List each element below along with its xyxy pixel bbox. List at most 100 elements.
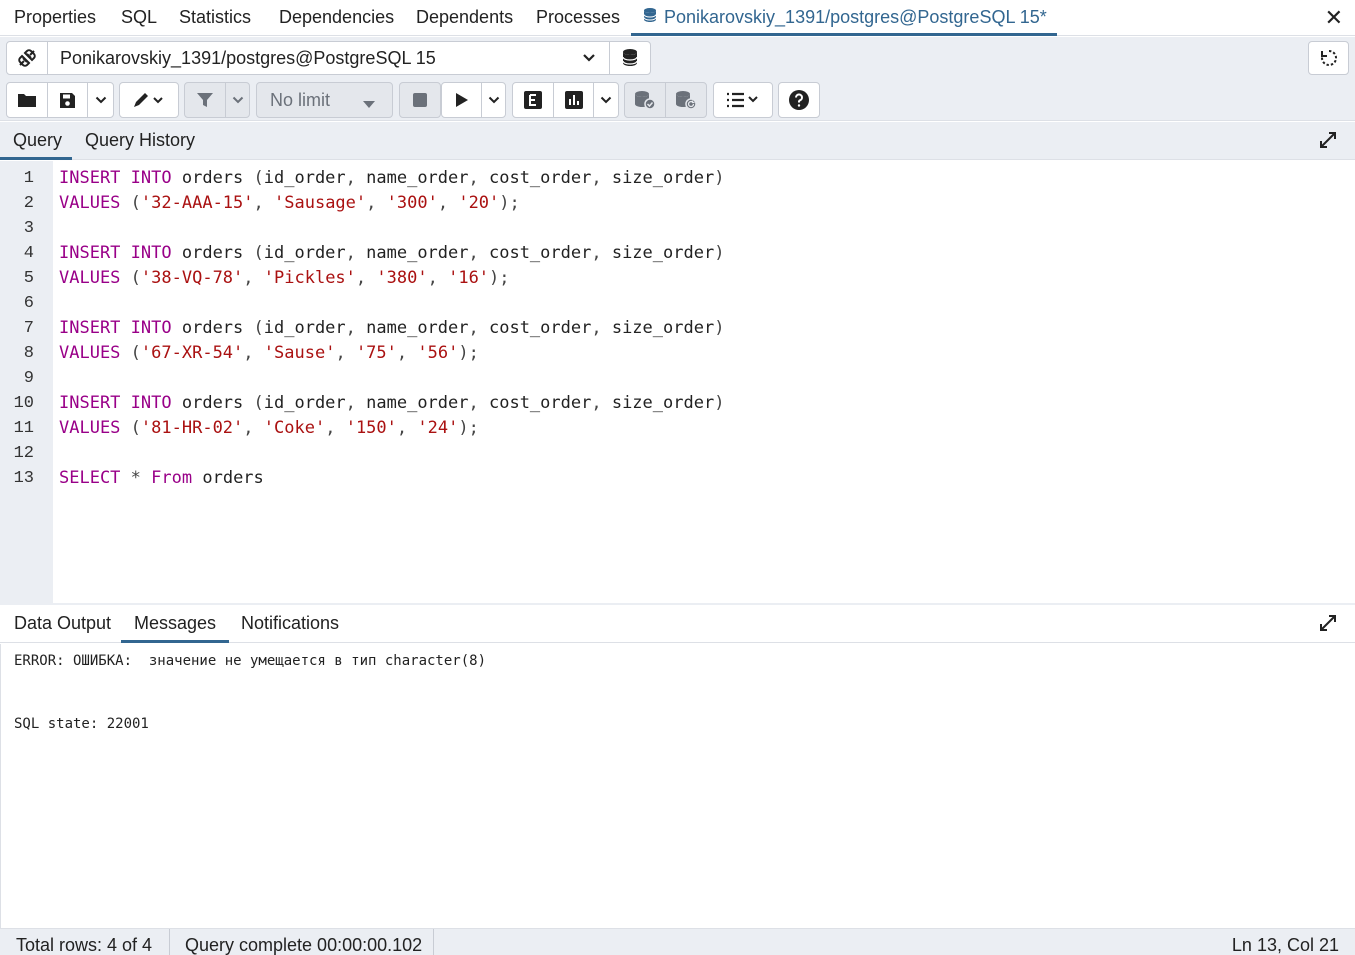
line-number: 2 [23,194,34,213]
tab-processes[interactable]: Processes [536,0,620,36]
line-number: 9 [23,369,34,388]
sql-token: , [335,343,346,363]
sql-keyword: INTO [130,168,172,188]
macros-list-icon[interactable] [714,83,772,117]
open-file-icon[interactable] [7,83,48,117]
chevron-down-icon[interactable] [569,42,609,74]
sql-token: ( [130,418,141,438]
sql-token: orders [192,468,264,488]
sql-string: '300' [386,193,438,213]
tab-query-label: Query [13,130,63,150]
query-toolbar: No limit [0,79,1355,121]
sql-token: , [468,393,479,413]
edit-button-group[interactable] [119,82,179,118]
sql-editor[interactable]: 1 2 3 4 5 6 7 8 9 10 11 12 13 INSERT INTO orders (id… [0,161,1355,603]
sql-token: , [325,418,336,438]
connection-status-icon[interactable] [7,42,48,74]
limit-dropdown-icon [362,95,376,115]
execute-options-chevron-icon[interactable] [482,83,505,117]
execute-button-group [441,82,506,118]
sql-string: '81-HR-02' [140,418,244,438]
connection-selector[interactable]: Ponikarovskiy_1391/postgres@PostgreSQL 1… [6,41,651,75]
sql-token: size_order [601,168,715,188]
edit-pencil-icon[interactable] [120,83,178,117]
tab-query-tool[interactable]: Ponikarovskiy_1391/postgres@PostgreSQL 1… [631,0,1057,36]
sql-token: , [591,168,602,188]
sql-keyword: INTO [130,393,172,413]
tab-messages[interactable]: Messages [121,605,229,643]
line-number: 3 [23,219,34,238]
tab-data-output-label: Data Output [14,613,112,633]
sql-token: size_order [601,243,715,263]
new-connection-icon[interactable] [609,42,650,74]
line-number-gutter: 1 2 3 4 5 6 7 8 9 10 11 12 13 [0,161,53,603]
sql-token: , [427,268,438,288]
sql-string: '20' [458,193,500,213]
connection-name: Ponikarovskiy_1391/postgres@PostgreSQL 1… [60,48,436,68]
sql-token: , [345,168,356,188]
file-button-group [6,82,114,118]
line-number: 7 [23,319,34,338]
explain-analyze-icon[interactable] [554,83,594,117]
reset-layout-icon[interactable] [1308,41,1349,75]
line-number: 1 [23,169,34,188]
tab-data-output[interactable]: Data Output [14,605,111,643]
code-line: VALUES ('38-VQ-78', 'Pickles', '380', '1… [59,266,510,291]
maximize-output-icon[interactable] [1319,614,1337,637]
status-divider [169,929,170,955]
tab-sql[interactable]: SQL [121,0,157,36]
sql-keyword: INSERT [59,168,121,188]
rollback-icon[interactable] [666,83,706,117]
save-options-chevron-icon[interactable] [88,83,113,117]
filter-icon[interactable] [185,83,226,117]
line-number: 10 [13,394,34,413]
close-icon[interactable]: ✕ [1325,5,1343,31]
stop-icon[interactable] [400,83,440,117]
maximize-icon[interactable] [1319,131,1337,154]
tab-query-history[interactable]: Query History [85,122,195,160]
sql-token: , [468,318,479,338]
sql-token: ( [253,168,264,188]
macros-button-group[interactable] [713,82,773,118]
sql-token: ( [253,318,264,338]
explain-icon[interactable] [513,83,554,117]
filter-chevron-icon[interactable] [226,83,249,117]
line-number: 13 [13,469,34,488]
tab-statistics[interactable]: Statistics [179,0,251,36]
explain-options-chevron-icon[interactable] [594,83,618,117]
tab-dependencies[interactable]: Dependencies [279,0,394,36]
sql-token: , [253,193,264,213]
cursor-position: Ln 13, Col 21 [1231,935,1339,955]
line-number: 12 [13,444,34,463]
tab-query-history-label: Query History [85,130,196,150]
execute-play-icon[interactable] [442,83,482,117]
sql-string: 'Coke' [263,418,326,438]
sql-token: name_order [355,168,469,188]
row-limit-value: No limit [270,89,331,110]
sql-token: size_order [601,393,715,413]
sql-token: , [468,168,479,188]
sql-token: , [468,243,479,263]
commit-icon[interactable] [625,83,666,117]
sql-token: id_order [263,393,346,413]
help-button-group [778,82,820,118]
output-tabs: Data Output Messages Notifications [0,605,1355,643]
save-icon[interactable] [48,83,88,117]
sql-token: orders [171,168,254,188]
sql-token: cost_order [478,393,592,413]
tab-dependents[interactable]: Dependents [416,0,513,36]
sql-token: , [243,343,254,363]
row-limit-select[interactable]: No limit [256,82,393,118]
tab-properties[interactable]: Properties [14,0,96,36]
tab-notifications[interactable]: Notifications [241,605,339,643]
sql-string: '150' [345,418,397,438]
sql-keyword: VALUES [59,343,121,363]
help-icon[interactable] [779,83,819,117]
tab-query[interactable]: Query [0,122,72,160]
